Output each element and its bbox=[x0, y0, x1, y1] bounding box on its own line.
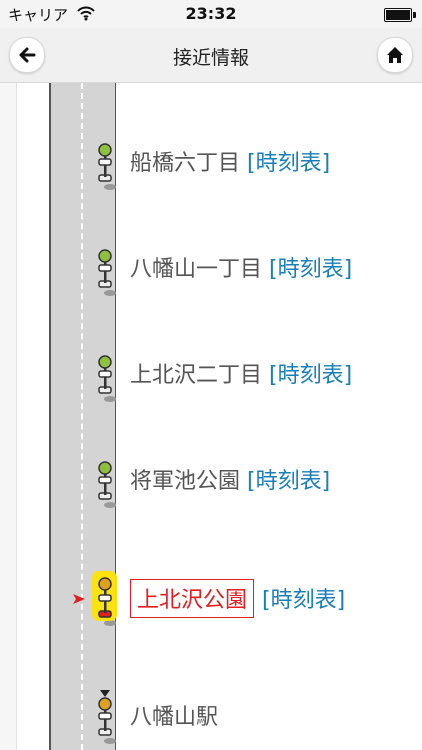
timetable-link[interactable]: [時刻表] bbox=[269, 363, 352, 388]
stop-row-current[interactable]: 上北沢公園 [時刻表] bbox=[0, 571, 422, 631]
stop-name: 将軍池公園 bbox=[130, 469, 241, 494]
battery-icon bbox=[384, 8, 416, 22]
timetable-link[interactable]: [時刻表] bbox=[247, 469, 330, 494]
stop-row[interactable]: 将軍池公園 [時刻表] bbox=[0, 453, 422, 513]
bus-stop-icon bbox=[98, 461, 116, 508]
timetable-link[interactable]: [時刻表] bbox=[269, 257, 352, 282]
home-button[interactable] bbox=[377, 37, 413, 73]
route-list[interactable]: 船橋六丁目 [時刻表] 八幡山一丁目 [時刻表] 上北沢二丁目 [時刻表] 将軍… bbox=[0, 83, 422, 750]
stop-name: 八幡山駅 bbox=[130, 705, 219, 730]
stop-row[interactable]: 八幡山駅 bbox=[0, 689, 422, 749]
bus-stop-highlighted-icon bbox=[92, 571, 117, 626]
navigation-bar: 接近情報 bbox=[0, 28, 422, 83]
stop-row[interactable]: 上北沢二丁目 [時刻表] bbox=[0, 347, 422, 407]
stop-name: 上北沢二丁目 bbox=[130, 363, 263, 388]
bus-stop-icon bbox=[98, 355, 116, 402]
stop-name: 船橋六丁目 bbox=[130, 151, 241, 176]
stop-row[interactable]: 八幡山一丁目 [時刻表] bbox=[0, 241, 422, 301]
bus-stop-terminal-icon bbox=[98, 690, 116, 744]
status-bar: キャリア 23:32 bbox=[0, 0, 422, 28]
bus-stop-icon bbox=[98, 143, 116, 190]
page-title: 接近情報 bbox=[172, 47, 249, 69]
timetable-link[interactable]: [時刻表] bbox=[262, 588, 345, 613]
clock: 23:32 bbox=[185, 4, 237, 23]
timetable-link[interactable]: [時刻表] bbox=[247, 151, 330, 176]
current-stop-name: 上北沢公園 bbox=[130, 579, 255, 618]
home-icon bbox=[387, 47, 403, 63]
bus-stop-icon bbox=[98, 249, 116, 296]
stop-name: 八幡山一丁目 bbox=[130, 257, 263, 282]
stop-row[interactable]: 船橋六丁目 [時刻表] bbox=[0, 135, 422, 195]
